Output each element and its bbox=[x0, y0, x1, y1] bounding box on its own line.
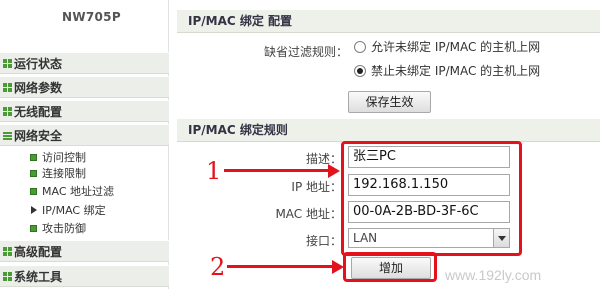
ip-address-label: IP 地址： bbox=[291, 180, 342, 194]
sidebar-item-label: 网络安全 bbox=[14, 129, 63, 143]
sidebar-item-label: 无线配置 bbox=[14, 105, 63, 119]
sidebar-subitem-label: MAC 地址过滤 bbox=[42, 185, 114, 198]
annotation-arrow-2-shaft bbox=[227, 265, 334, 268]
sidebar-item-system-tools[interactable]: 系统工具 bbox=[0, 265, 169, 287]
radio-deny-unbound[interactable]: 禁止未绑定 IP/MAC 的主机上网 bbox=[354, 62, 540, 80]
sidebar-subitem-ip-mac-binding[interactable]: IP/MAC 绑定 bbox=[30, 203, 106, 218]
grid-icon bbox=[3, 107, 12, 116]
sidebar-subitem-attack-defense[interactable]: 攻击防御 bbox=[30, 221, 86, 236]
sidebar-subitem-label: 连接限制 bbox=[42, 167, 86, 180]
bullet-icon bbox=[30, 170, 37, 177]
radio-button-selected[interactable] bbox=[354, 65, 366, 77]
annotation-arrow-2-head bbox=[332, 260, 344, 274]
sidebar-item-wireless[interactable]: 无线配置 bbox=[0, 100, 169, 122]
grid-icon bbox=[3, 83, 12, 92]
save-button[interactable]: 保存生效 bbox=[348, 91, 431, 113]
sidebar: NW705P 运行状态 网络参数 无线配置 网络安全 访问控制 连接限制 MAC… bbox=[0, 0, 169, 289]
annotation-number-2: 2 bbox=[210, 253, 226, 281]
expanded-menu-icon bbox=[3, 131, 12, 140]
sidebar-item-advanced[interactable]: 高级配置 bbox=[0, 240, 169, 262]
current-page-arrow-icon bbox=[31, 206, 37, 214]
radio-button[interactable] bbox=[354, 41, 366, 53]
sidebar-item-label: 系统工具 bbox=[14, 270, 63, 284]
annotation-arrow-1-shaft bbox=[224, 169, 330, 172]
grid-icon bbox=[3, 59, 12, 68]
interface-label: 接口： bbox=[305, 234, 342, 248]
radio-label: 允许未绑定 IP/MAC 的主机上网 bbox=[371, 40, 541, 54]
sidebar-item-label: 运行状态 bbox=[14, 57, 63, 71]
bullet-icon bbox=[30, 154, 37, 161]
watermark: www.192ly.com bbox=[445, 267, 542, 283]
sidebar-item-status[interactable]: 运行状态 bbox=[0, 52, 169, 74]
annotation-number-1: 1 bbox=[206, 157, 222, 185]
sidebar-subitem-access-control[interactable]: 访问控制 bbox=[30, 150, 86, 165]
sidebar-item-label: 网络参数 bbox=[14, 81, 63, 95]
device-model: NW705P bbox=[62, 10, 121, 24]
bullet-icon bbox=[30, 188, 37, 195]
grid-icon bbox=[3, 247, 12, 256]
sidebar-subitem-connection-limit[interactable]: 连接限制 bbox=[30, 166, 86, 181]
annotation-arrow-1-head bbox=[328, 164, 340, 178]
annotation-box-add-button bbox=[343, 252, 437, 282]
grid-icon bbox=[3, 272, 12, 281]
sidebar-item-security[interactable]: 网络安全 bbox=[0, 124, 169, 146]
rules-section-title: IP/MAC 绑定规则 bbox=[177, 119, 600, 142]
radio-allow-unbound[interactable]: 允许未绑定 IP/MAC 的主机上网 bbox=[354, 38, 540, 56]
sidebar-subitem-mac-filter[interactable]: MAC 地址过滤 bbox=[30, 184, 114, 199]
radio-label: 禁止未绑定 IP/MAC 的主机上网 bbox=[371, 64, 541, 78]
sidebar-subitem-label: IP/MAC 绑定 bbox=[42, 204, 106, 217]
sidebar-subitem-label: 访问控制 bbox=[42, 151, 86, 164]
sidebar-item-label: 高级配置 bbox=[14, 245, 63, 259]
bullet-icon bbox=[30, 225, 37, 232]
mac-address-label: MAC 地址： bbox=[275, 207, 342, 221]
sidebar-item-network[interactable]: 网络参数 bbox=[0, 76, 169, 98]
config-section-title: IP/MAC 绑定 配置 bbox=[177, 10, 600, 33]
annotation-box-fields bbox=[341, 141, 522, 256]
sidebar-subitem-label: 攻击防御 bbox=[42, 222, 86, 235]
default-filter-label: 缺省过滤规则： bbox=[263, 45, 348, 59]
